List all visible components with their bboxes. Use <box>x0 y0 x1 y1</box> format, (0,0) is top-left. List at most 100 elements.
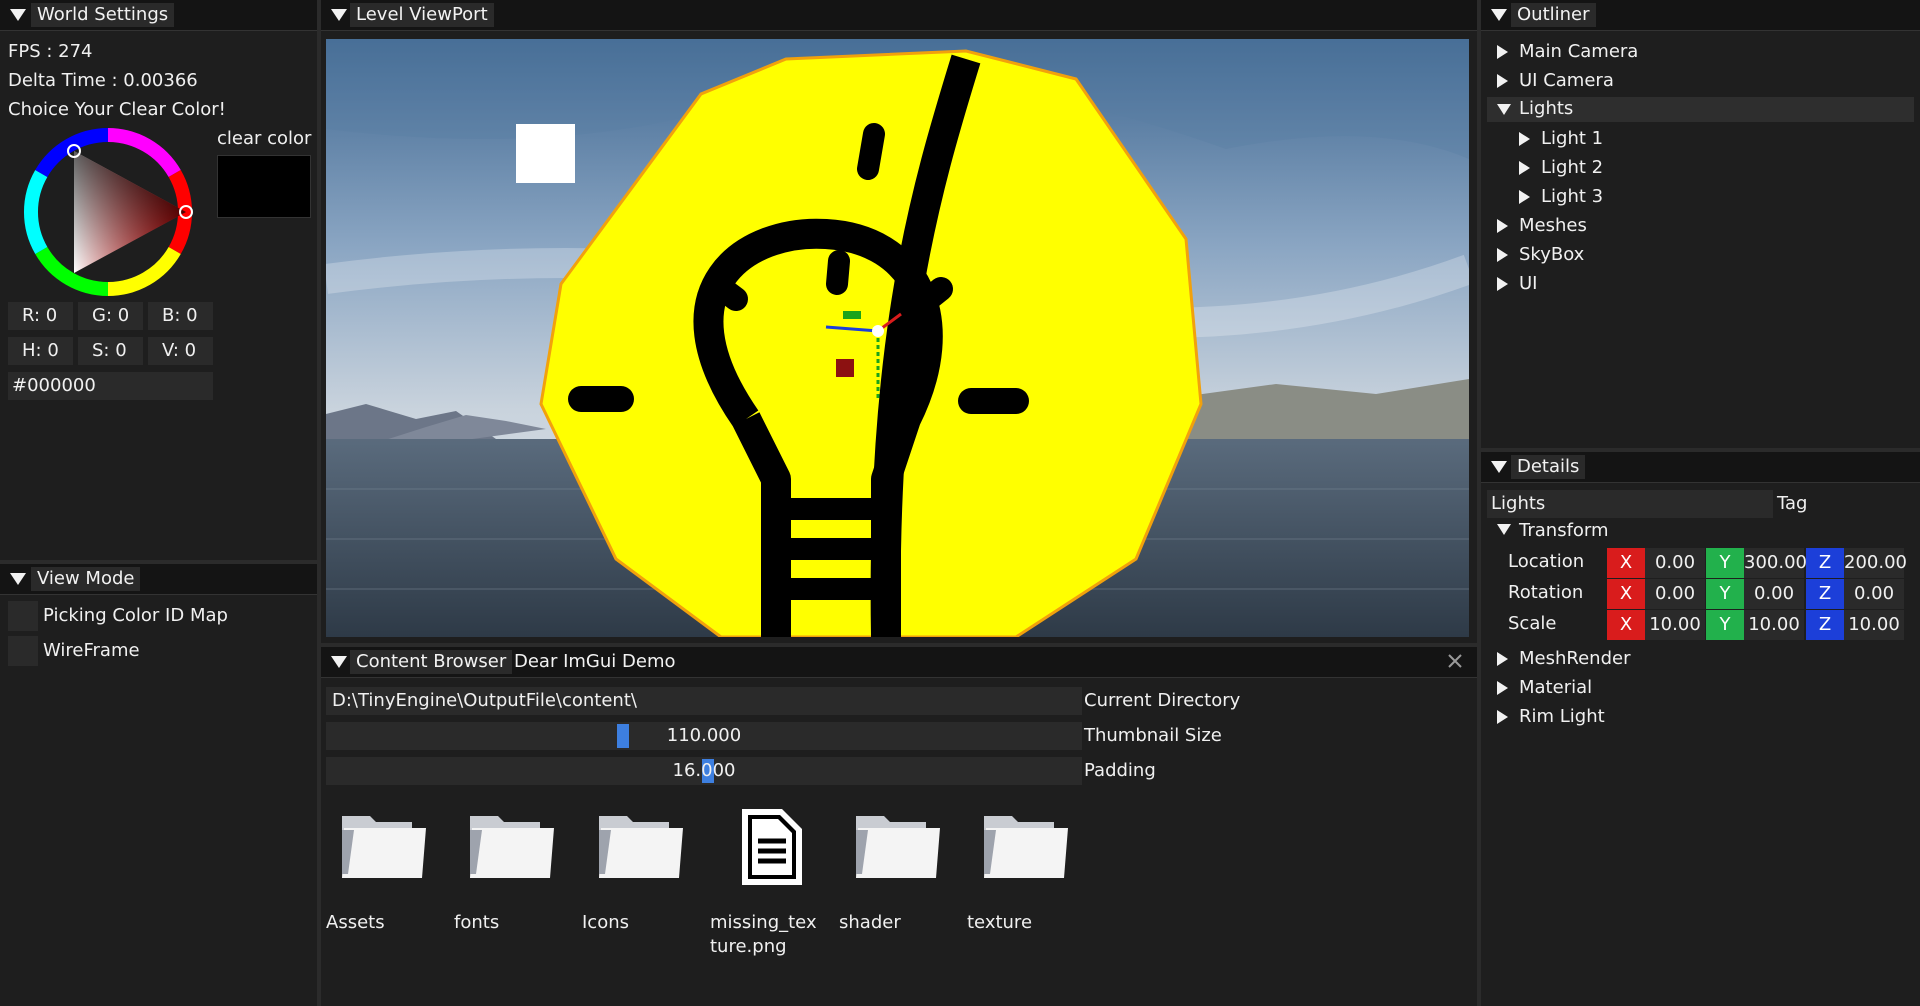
content-browser-panel: Content Browser Dear ImGui Demo D:\TinyE… <box>321 647 1477 1006</box>
location-z-field[interactable]: 200.00 <box>1844 548 1907 578</box>
folder-icon[interactable] <box>982 810 1070 880</box>
view-mode-title[interactable]: View Mode <box>31 567 141 591</box>
location-x-button[interactable]: X <box>1607 548 1645 578</box>
close-icon[interactable] <box>1447 653 1463 669</box>
world-settings-titlebar: World Settings <box>0 0 317 31</box>
content-browser-titlebar: Content Browser Dear ImGui Demo <box>321 647 1477 678</box>
tree-item-label: UI <box>1519 273 1538 294</box>
rotation-x-field[interactable]: 0.00 <box>1645 579 1705 609</box>
transform-collapse-icon[interactable] <box>1497 524 1511 535</box>
clear-color-swatch[interactable] <box>217 155 311 218</box>
g-field[interactable]: G: 0 <box>78 302 143 330</box>
world-settings-panel: World Settings FPS : 274 Delta Time : 0.… <box>0 0 317 560</box>
section-label: MeshRender <box>1519 648 1631 669</box>
tree-item-ui-camera[interactable]: UI Camera <box>1481 69 1920 93</box>
world-settings-title[interactable]: World Settings <box>31 3 175 27</box>
rotation-y-button[interactable]: Y <box>1706 579 1744 609</box>
expand-arrow-icon[interactable] <box>1497 652 1508 666</box>
current-directory-input[interactable]: D:\TinyEngine\OutputFile\content\ <box>326 687 1082 715</box>
outliner-titlebar: Outliner <box>1481 0 1920 31</box>
rotation-z-field[interactable]: 0.00 <box>1844 579 1904 609</box>
tree-item-main-camera[interactable]: Main Camera <box>1481 40 1920 64</box>
scale-y-field[interactable]: 10.00 <box>1744 610 1804 640</box>
rotation-y-field[interactable]: 0.00 <box>1744 579 1804 609</box>
thumbnail-size-slider[interactable]: 110.000 <box>326 722 1082 750</box>
viewport-scene[interactable] <box>326 39 1469 637</box>
section-rim-light[interactable]: Rim Light <box>1481 705 1920 729</box>
collapse-arrow-icon[interactable] <box>1491 461 1507 473</box>
item-label-icons: Icons <box>582 912 630 933</box>
viewport-panel: Level ViewPort <box>321 0 1477 643</box>
transform-header[interactable]: Transform <box>1519 519 1609 543</box>
collapse-arrow-icon[interactable] <box>10 573 26 585</box>
rotation-x-button[interactable]: X <box>1607 579 1645 609</box>
v-field[interactable]: V: 0 <box>148 337 213 365</box>
location-x-field[interactable]: 0.00 <box>1645 548 1705 578</box>
details-titlebar: Details <box>1481 452 1920 483</box>
tab-content-browser[interactable]: Content Browser <box>350 650 513 674</box>
details-title[interactable]: Details <box>1511 455 1586 479</box>
location-y-field[interactable]: 300.00 <box>1744 548 1807 578</box>
scale-y-button[interactable]: Y <box>1706 610 1744 640</box>
collapse-arrow-icon[interactable] <box>1497 104 1511 115</box>
wireframe-label: WireFrame <box>43 640 140 661</box>
collapse-arrow-icon[interactable] <box>331 9 347 21</box>
rotation-z-button[interactable]: Z <box>1806 579 1844 609</box>
expand-arrow-icon[interactable] <box>1497 45 1508 59</box>
expand-arrow-icon[interactable] <box>1497 248 1508 262</box>
section-material[interactable]: Material <box>1481 676 1920 700</box>
expand-arrow-icon[interactable] <box>1497 219 1508 233</box>
folder-icon[interactable] <box>340 810 428 880</box>
location-z-button[interactable]: Z <box>1806 548 1844 578</box>
folder-icon[interactable] <box>854 810 942 880</box>
scale-x-field[interactable]: 10.00 <box>1645 610 1705 640</box>
expand-arrow-icon[interactable] <box>1519 190 1530 204</box>
outliner-title[interactable]: Outliner <box>1511 3 1596 27</box>
color-wheel-picker[interactable] <box>22 126 194 298</box>
h-field[interactable]: H: 0 <box>8 337 73 365</box>
file-icon[interactable] <box>736 805 806 889</box>
padding-slider[interactable]: 16.000 <box>326 757 1082 785</box>
collapse-arrow-icon[interactable] <box>331 656 347 668</box>
scale-label: Scale <box>1508 613 1557 634</box>
scale-x-button[interactable]: X <box>1607 610 1645 640</box>
section-label: Material <box>1519 677 1593 698</box>
section-meshrender[interactable]: MeshRender <box>1481 647 1920 671</box>
thumbnail-size-value: 110.000 <box>666 725 742 746</box>
tree-item-skybox[interactable]: SkyBox <box>1481 243 1920 267</box>
expand-arrow-icon[interactable] <box>1519 161 1530 175</box>
collapse-arrow-icon[interactable] <box>1491 9 1507 21</box>
expand-arrow-icon[interactable] <box>1519 132 1530 146</box>
object-name-input[interactable]: Lights <box>1487 490 1773 518</box>
tree-item-label: UI Camera <box>1519 70 1614 91</box>
scale-z-field[interactable]: 10.00 <box>1844 610 1904 640</box>
location-y-button[interactable]: Y <box>1706 548 1744 578</box>
s-field[interactable]: S: 0 <box>78 337 143 365</box>
collapse-arrow-icon[interactable] <box>10 9 26 21</box>
scale-z-button[interactable]: Z <box>1806 610 1844 640</box>
thumbnail-size-label: Thumbnail Size <box>1084 725 1222 746</box>
tree-item-light-3[interactable]: Light 3 <box>1481 185 1920 209</box>
expand-arrow-icon[interactable] <box>1497 710 1508 724</box>
tree-item-light-1[interactable]: Light 1 <box>1481 127 1920 151</box>
padding-value: 16.000 <box>672 760 736 781</box>
viewport-title[interactable]: Level ViewPort <box>350 3 494 27</box>
tree-item-light-2[interactable]: Light 2 <box>1481 156 1920 180</box>
b-field[interactable]: B: 0 <box>148 302 213 330</box>
expand-arrow-icon[interactable] <box>1497 681 1508 695</box>
expand-arrow-icon[interactable] <box>1497 277 1508 291</box>
wireframe-checkbox[interactable] <box>8 636 38 666</box>
folder-icon[interactable] <box>468 810 556 880</box>
r-field[interactable]: R: 0 <box>8 302 73 330</box>
view-mode-titlebar: View Mode <box>0 564 317 595</box>
tree-item-meshes[interactable]: Meshes <box>1481 214 1920 238</box>
folder-icon[interactable] <box>597 810 685 880</box>
tree-item-lights[interactable]: Lights <box>1487 97 1914 122</box>
hex-field[interactable]: #000000 <box>8 372 213 400</box>
picking-color-checkbox[interactable] <box>8 601 38 631</box>
tab-dear-imgui-demo[interactable]: Dear ImGui Demo <box>508 650 682 674</box>
expand-arrow-icon[interactable] <box>1497 74 1508 88</box>
tree-item-ui[interactable]: UI <box>1481 272 1920 296</box>
outliner-panel: Outliner Main Camera UI Camera Lights Li… <box>1481 0 1920 448</box>
fps-text: FPS : 274 <box>8 41 93 62</box>
